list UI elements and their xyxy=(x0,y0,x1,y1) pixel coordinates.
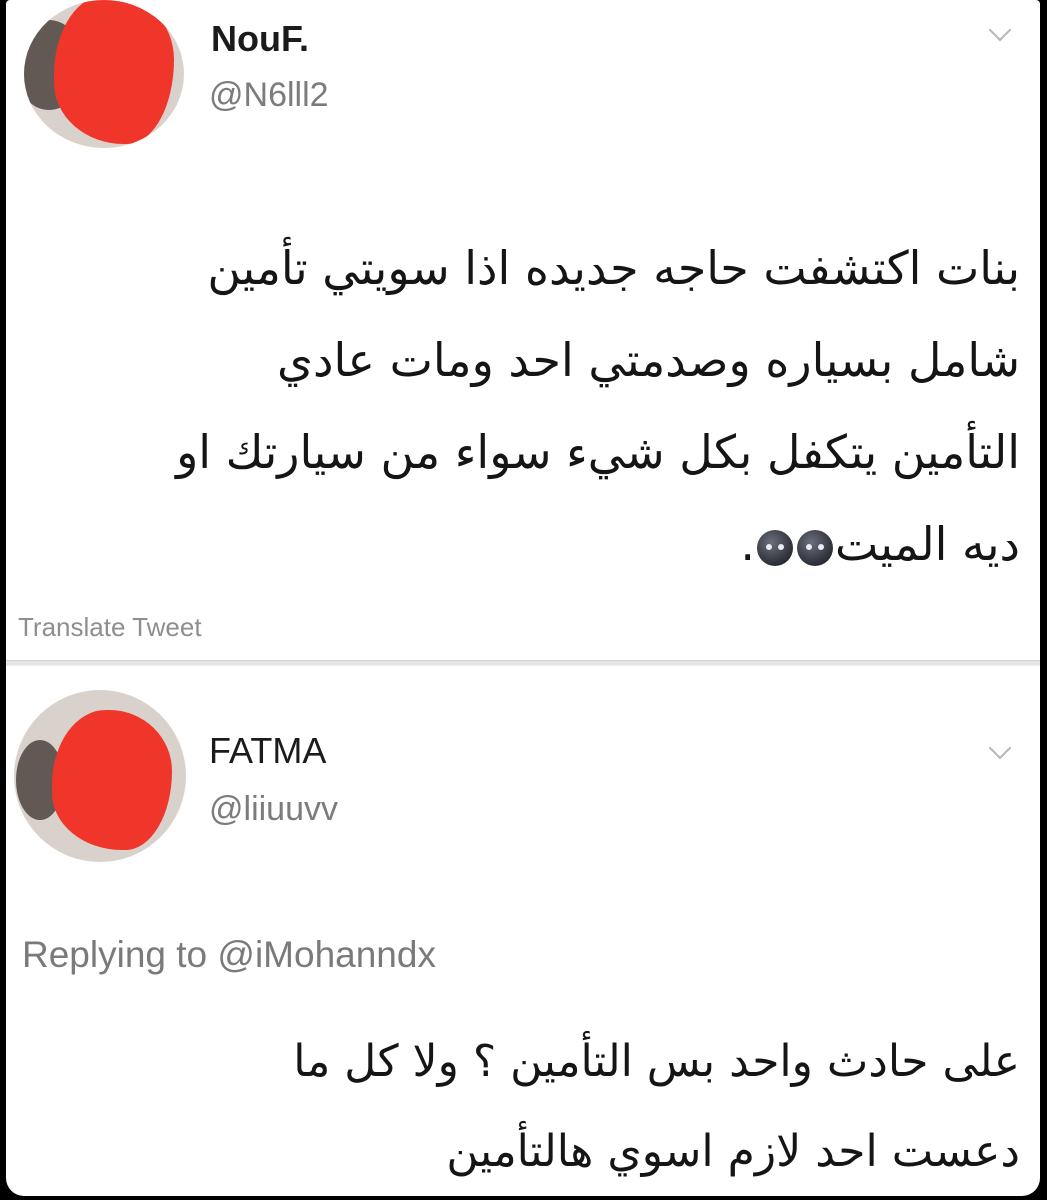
tweet-text: على حادث واحد بس التأمين ؟ ولا كل ما دعس… xyxy=(293,1017,1020,1196)
tweet-line: بنات اكتشفت حاجه جديده اذا سويتي تأمين xyxy=(207,241,1020,295)
tweet-line-text: ديه الميت xyxy=(834,517,1020,571)
tweet-line: دعست احد لازم اسوي هالتأمين xyxy=(446,1126,1020,1177)
worried-face-emoji xyxy=(756,530,793,566)
user-handle[interactable]: @liiuuvv xyxy=(209,790,338,829)
replying-to: Replying to @iMohanndx xyxy=(22,934,436,976)
avatar-1[interactable] xyxy=(24,0,184,148)
translate-tweet-link[interactable]: Translate Tweet xyxy=(18,612,202,643)
tweet-2: FATMA @liiuuvv Replying to @iMohanndx عل… xyxy=(6,672,1040,1196)
tweet-line-last: ديه الميت. xyxy=(176,498,1020,590)
display-name[interactable]: FATMA xyxy=(209,730,326,772)
chevron-down-icon[interactable] xyxy=(988,736,1012,760)
tweet-divider xyxy=(6,660,1040,666)
tweet-line: على حادث واحد بس التأمين ؟ ولا كل ما xyxy=(293,1036,1020,1087)
tweet-line: التأمين يتكفل بكل شيء سواء من سيارتك او xyxy=(176,425,1020,479)
display-name[interactable]: NouF. xyxy=(211,18,309,60)
redaction-blot xyxy=(54,0,174,144)
tweet-line: شامل بسياره وصدمتي احد ومات عادي xyxy=(277,333,1020,387)
avatar-2[interactable] xyxy=(14,690,186,862)
tweet-1: NouF. @N6lll2 بنات اكتشفت حاجه جديده اذا… xyxy=(6,0,1040,660)
chevron-down-icon[interactable] xyxy=(988,18,1012,42)
worried-face-emoji xyxy=(796,530,833,566)
tweet-screenshot: NouF. @N6lll2 بنات اكتشفت حاجه جديده اذا… xyxy=(6,0,1040,1196)
user-handle[interactable]: @N6lll2 xyxy=(209,76,329,115)
replying-prefix: Replying to xyxy=(22,934,208,975)
redaction-blot xyxy=(52,710,172,850)
replying-handle[interactable]: @iMohanndx xyxy=(217,934,436,975)
tweet-text: بنات اكتشفت حاجه جديده اذا سويتي تأمين ش… xyxy=(176,222,1020,590)
tweet-line-punct: . xyxy=(740,517,755,571)
